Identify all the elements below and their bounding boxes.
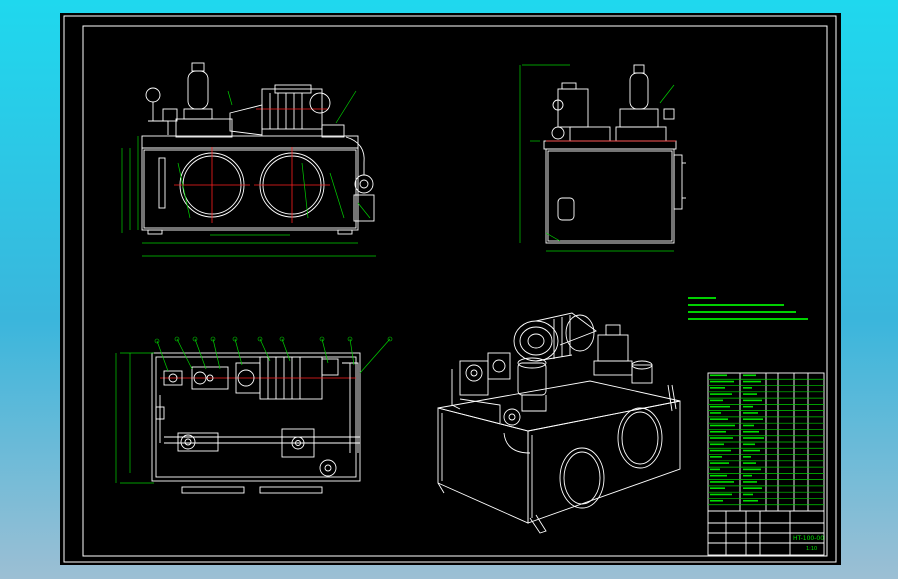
parts-list-entry <box>743 456 751 458</box>
parts-list-entry <box>743 405 753 408</box>
parts-list-entry <box>710 437 733 439</box>
parts-list-entry <box>743 481 757 483</box>
parts-list-entry <box>710 468 720 471</box>
parts-list-entry <box>710 487 725 490</box>
top-view <box>115 352 361 494</box>
parts-list-entry <box>743 462 756 464</box>
parts-list-entry <box>710 430 726 433</box>
front-pressure-gauge <box>145 87 161 103</box>
parts-list-entry <box>743 468 761 471</box>
title-block: HT-100-00 1:10 <box>707 510 825 556</box>
parts-list-entry <box>743 380 761 383</box>
parts-list-entry <box>743 474 752 477</box>
cad-viewport[interactable]: HT-100-00 1:10 <box>60 13 841 565</box>
parts-list-entry <box>743 493 753 496</box>
parts-list-entry <box>710 412 721 414</box>
front-view <box>121 62 376 257</box>
parts-list-entry <box>710 449 731 452</box>
parts-list-entry <box>743 393 757 395</box>
parts-list-entry <box>710 443 724 446</box>
parts-list-entry <box>743 418 763 421</box>
parts-list-entry <box>743 449 760 452</box>
parts-list-entry <box>710 405 730 408</box>
parts-list-entry <box>743 443 755 446</box>
parts-list <box>707 372 825 512</box>
isometric-view <box>437 312 681 534</box>
technical-notes <box>688 297 808 320</box>
parts-list-entry <box>710 481 734 483</box>
side-view <box>519 64 686 252</box>
parts-list-entry <box>710 380 734 383</box>
parts-list-entry <box>743 424 754 427</box>
iso-cover-right <box>617 407 663 469</box>
drawing-number: HT-100-00 <box>793 535 824 542</box>
parts-list-entry <box>710 462 729 464</box>
parts-list-entry <box>743 487 762 490</box>
iso-cover-left <box>559 447 605 509</box>
parts-list-entry <box>743 387 752 389</box>
parts-list-entry <box>710 399 723 402</box>
drawing-scale: 1:10 <box>806 546 817 552</box>
part-callouts <box>154 336 393 374</box>
parts-list-entry <box>743 399 762 402</box>
parts-list-entry <box>710 456 722 458</box>
parts-list-entry <box>743 430 759 433</box>
inner-frame <box>82 25 828 557</box>
parts-list-entry <box>710 387 725 389</box>
parts-list-entry <box>710 474 727 477</box>
parts-list-entry <box>710 393 732 395</box>
parts-list-entry <box>743 412 758 414</box>
parts-list-entry <box>743 499 758 502</box>
outer-frame <box>63 15 837 563</box>
parts-list-entry <box>710 418 728 421</box>
parts-list-entry <box>743 437 764 439</box>
front-accumulator <box>187 70 209 110</box>
parts-list-entry <box>710 374 727 377</box>
parts-list-entry <box>743 374 756 377</box>
hydraulic-station-drawing: HT-100-00 1:10 <box>63 15 837 563</box>
parts-list-entry <box>710 493 732 496</box>
parts-list-entry <box>710 499 723 502</box>
parts-list-entry <box>710 424 735 427</box>
